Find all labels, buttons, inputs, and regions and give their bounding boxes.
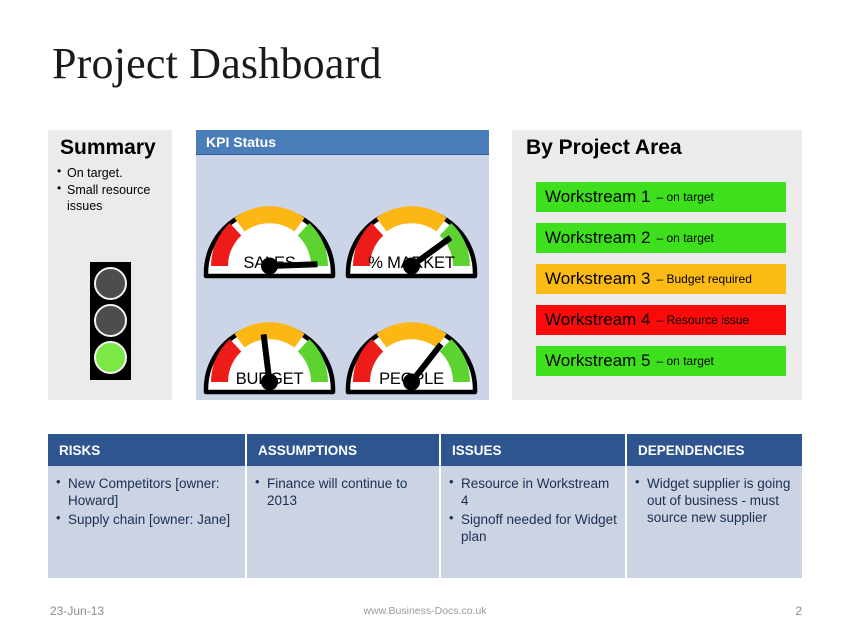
footer-url: www.Business-Docs.co.uk: [363, 605, 487, 617]
gauge-market: % MARKET: [344, 161, 479, 279]
table-row: Resource in Workstream 4: [445, 474, 617, 509]
workstream-status: – on target: [656, 190, 714, 204]
page-title: Project Dashboard: [52, 39, 382, 88]
workstream-status: – Resource issue: [656, 313, 750, 327]
gauge-people-label: PEOPLE: [379, 370, 444, 388]
kpi-status-panel: KPI Status SALES % MARKET BUDGET PEOPLE: [196, 130, 489, 400]
list-item: Small resource issues: [56, 181, 168, 214]
gauge-budget-label: BUDGET: [235, 370, 304, 388]
slide-canvas: Project Dashboard Summary On target. Sma…: [0, 0, 850, 641]
column-body: Resource in Workstream 4 Signoff needed …: [441, 466, 625, 578]
summary-bullet-list: On target. Small resource issues: [56, 164, 168, 215]
kpi-status-title: KPI Status: [206, 134, 277, 150]
column-header: ASSUMPTIONS: [247, 434, 439, 466]
column-body: New Competitors [owner: Howard] Supply c…: [48, 466, 245, 578]
project-area-heading: By Project Area: [526, 136, 682, 159]
workstream-status: – on target: [656, 231, 714, 245]
footer-page-number: 2: [795, 604, 802, 618]
table-row: Supply chain [owner: Jane]: [52, 510, 237, 528]
gauge-budget: BUDGET: [202, 277, 337, 395]
gauge-sales: SALES: [202, 161, 337, 279]
amber-lamp-icon: [94, 304, 127, 337]
traffic-light-icon: [90, 262, 131, 380]
gauge-people: PEOPLE: [344, 277, 479, 395]
list-item: On target.: [56, 164, 168, 181]
summary-panel: Summary On target. Small resource issues: [48, 130, 172, 400]
table-column-risks: RISKS New Competitors [owner: Howard] Su…: [48, 434, 245, 578]
table-row: Widget supplier is going out of business…: [631, 474, 794, 526]
table-row: New Competitors [owner: Howard]: [52, 474, 237, 509]
kpi-status-header: KPI Status: [196, 130, 489, 155]
workstream-row-1[interactable]: Workstream 1 – on target: [536, 182, 786, 212]
raid-table: RISKS New Competitors [owner: Howard] Su…: [48, 434, 802, 578]
column-header: ISSUES: [441, 434, 625, 466]
green-lamp-icon: [94, 341, 127, 374]
gauge-market-label: % MARKET: [368, 254, 455, 272]
workstream-row-5[interactable]: Workstream 5 – on target: [536, 346, 786, 376]
workstream-name: Workstream 4: [545, 310, 651, 329]
workstream-name: Workstream 5: [545, 351, 651, 370]
table-column-issues: ISSUES Resource in Workstream 4 Signoff …: [439, 434, 625, 578]
workstream-name: Workstream 2: [545, 228, 651, 247]
column-body: Widget supplier is going out of business…: [627, 466, 802, 578]
table-column-dependencies: DEPENDENCIES Widget supplier is going ou…: [625, 434, 802, 578]
column-body: Finance will continue to 2013: [247, 466, 439, 578]
gauge-sales-label: SALES: [243, 254, 296, 272]
workstream-name: Workstream 3: [545, 269, 651, 288]
red-lamp-icon: [94, 267, 127, 300]
workstream-row-2[interactable]: Workstream 2 – on target: [536, 223, 786, 253]
column-header: DEPENDENCIES: [627, 434, 802, 466]
workstream-list: Workstream 1 – on target Workstream 2 – …: [536, 182, 786, 387]
workstream-row-3[interactable]: Workstream 3 – Budget required: [536, 264, 786, 294]
project-area-panel: By Project Area Workstream 1 – on target…: [512, 130, 802, 400]
table-row: Signoff needed for Widget plan: [445, 510, 617, 545]
summary-heading: Summary: [60, 136, 156, 159]
gauge-grid: SALES % MARKET BUDGET PEOPLE: [196, 155, 489, 400]
workstream-status: – on target: [656, 354, 714, 368]
table-column-assumptions: ASSUMPTIONS Finance will continue to 201…: [245, 434, 439, 578]
workstream-status: – Budget required: [656, 272, 752, 286]
workstream-row-4[interactable]: Workstream 4 – Resource issue: [536, 305, 786, 335]
workstream-name: Workstream 1: [545, 187, 651, 206]
column-header: RISKS: [48, 434, 245, 466]
table-row: Finance will continue to 2013: [251, 474, 431, 509]
